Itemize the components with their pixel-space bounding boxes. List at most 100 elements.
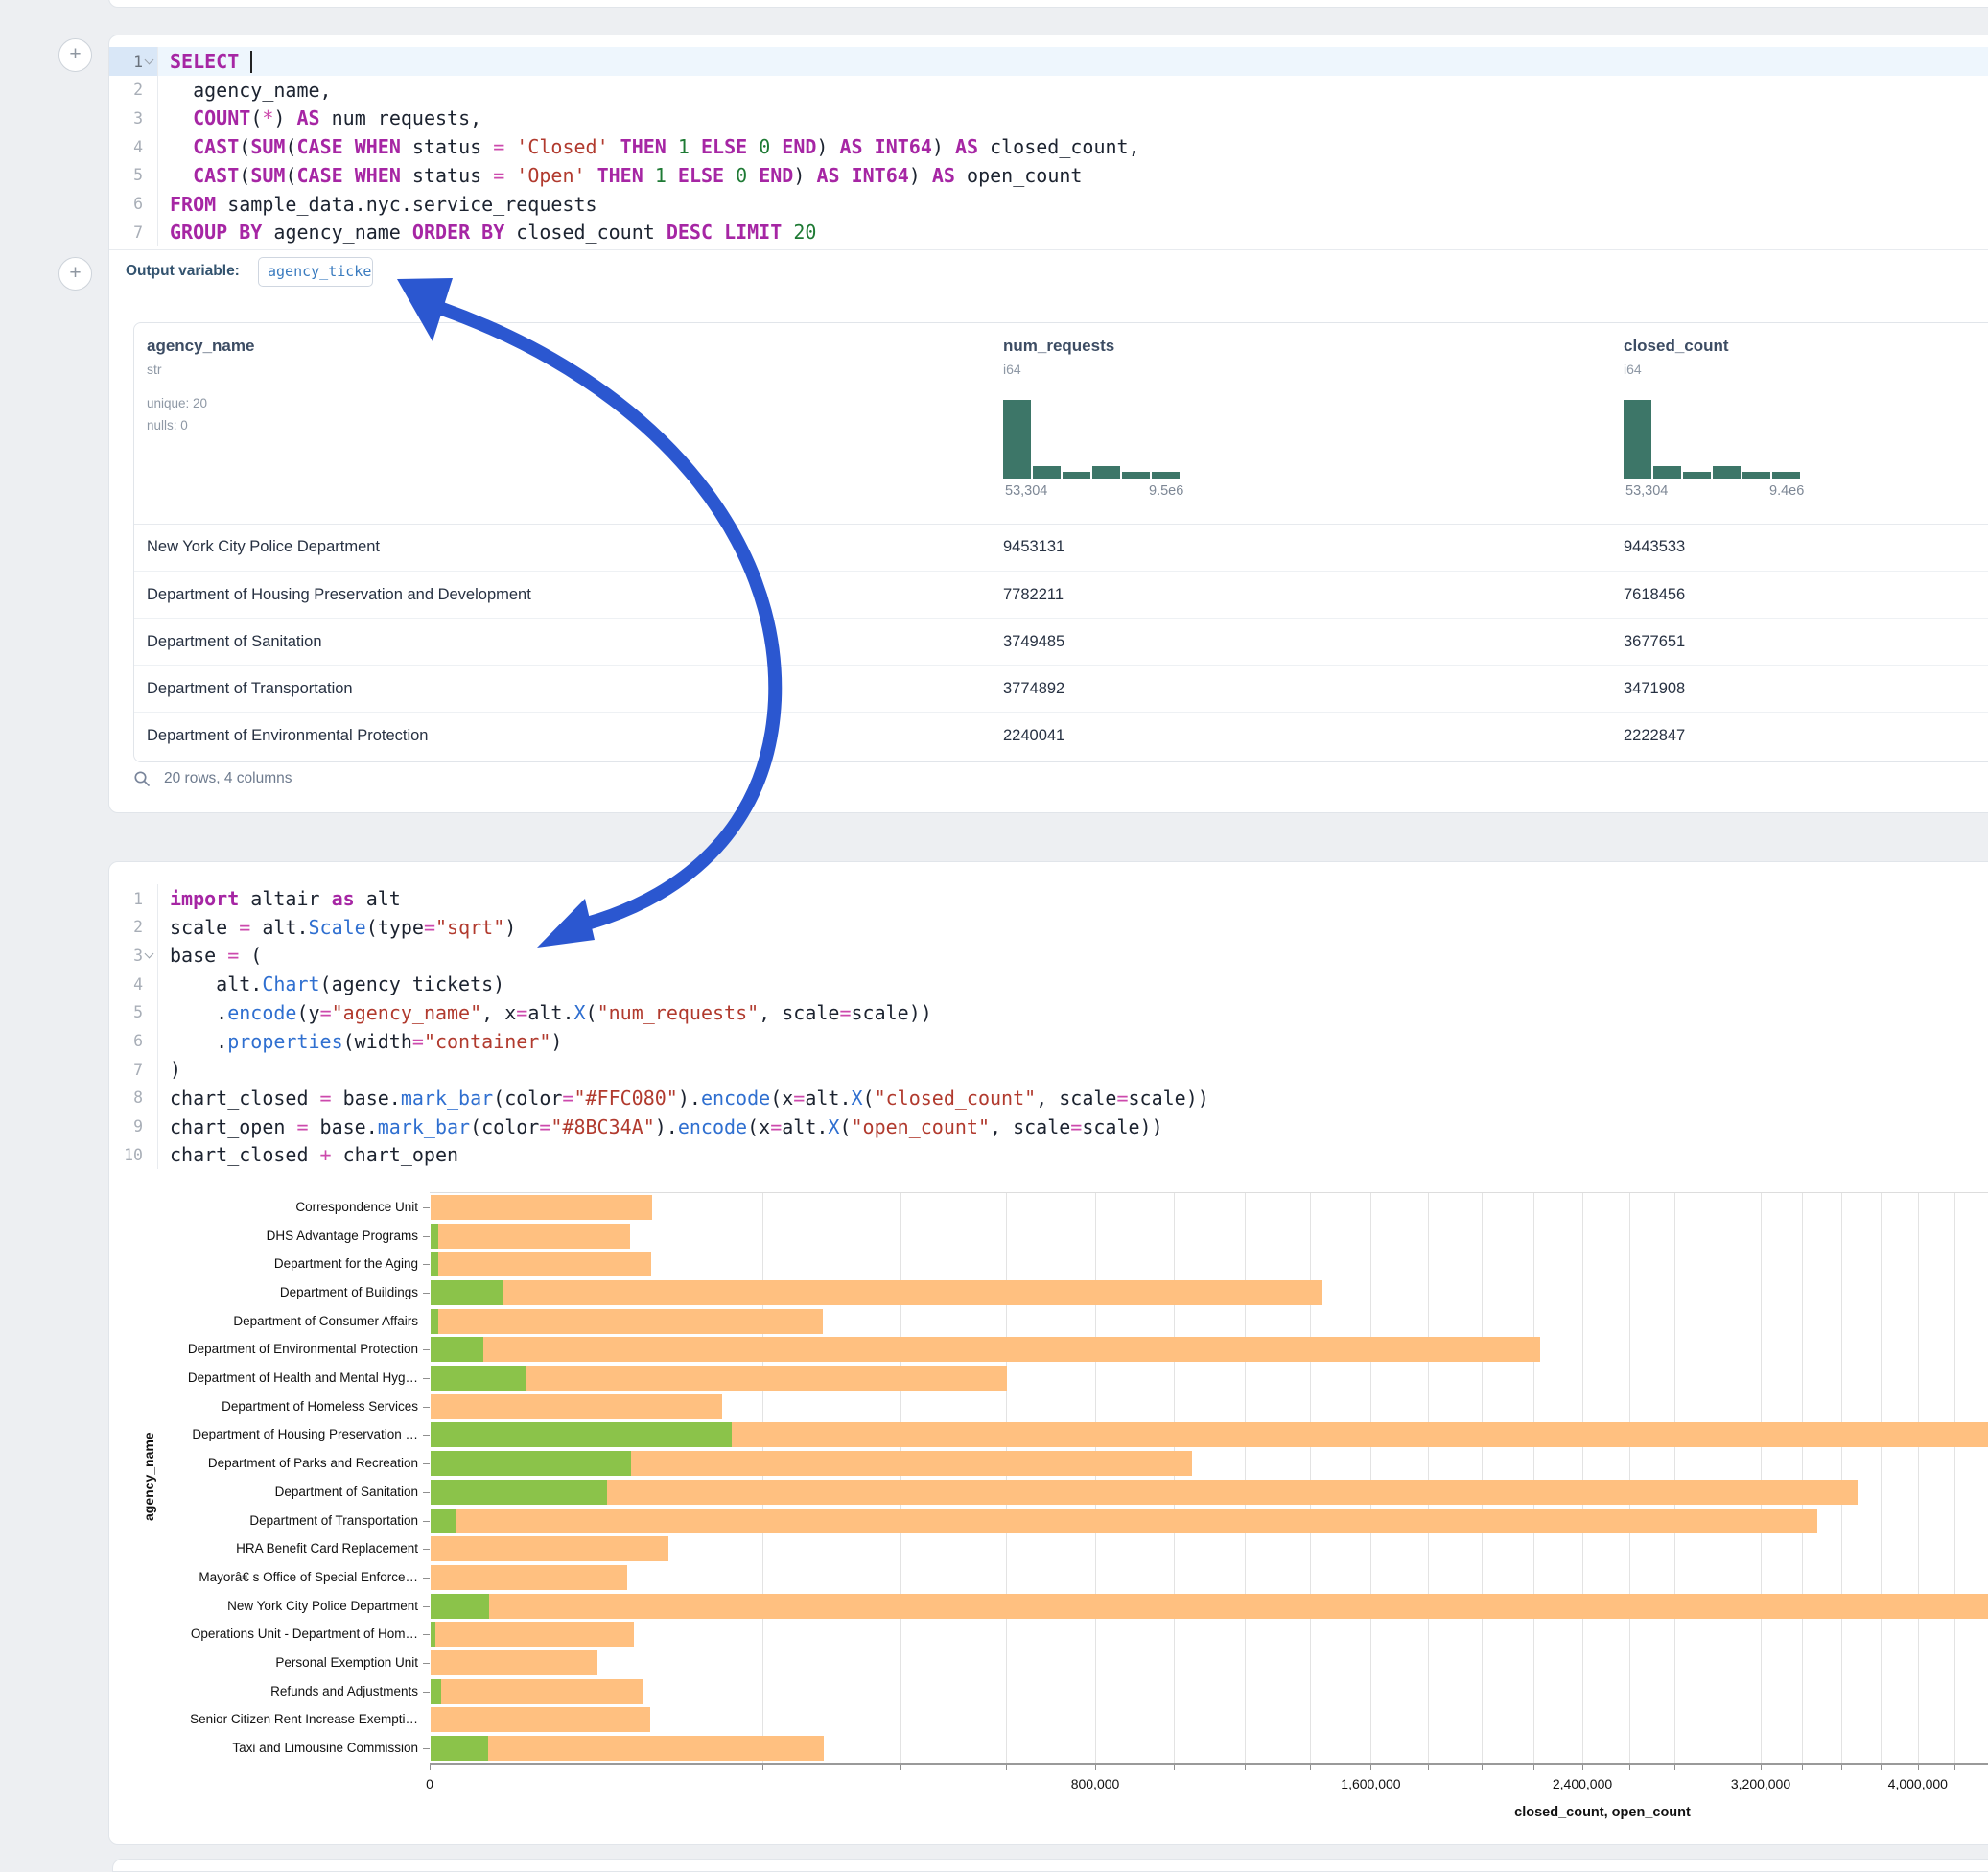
gridline	[1761, 1193, 1762, 1763]
token-pl	[747, 135, 759, 158]
table-row[interactable]: New York City Police Department945313194…	[134, 524, 1988, 571]
code-line[interactable]: 6FROM sample_data.nyc.service_requests	[109, 190, 1988, 219]
table-cell: 2222847	[1624, 713, 1685, 760]
token-pl	[470, 221, 481, 244]
code-content: COUNT(*) AS num_requests,	[157, 104, 1988, 132]
line-number: 6	[120, 1032, 143, 1050]
x-axis-tick	[1954, 1765, 1955, 1770]
code-line[interactable]: 3base = (	[109, 941, 1988, 970]
token-str: "container"	[424, 1030, 550, 1053]
code-line[interactable]: 10chart_closed + chart_open	[109, 1140, 1988, 1169]
token-pl: )	[550, 1030, 562, 1053]
code-line[interactable]: 2scale = alt.Scale(type="sqrt")	[109, 913, 1988, 942]
token-pl	[840, 164, 852, 187]
add-cell-button-middle[interactable]: +	[58, 257, 92, 291]
search-icon[interactable]	[133, 770, 151, 787]
token-fn: Scale	[309, 916, 366, 939]
code-line[interactable]: 1SELECT	[109, 47, 1988, 76]
add-cell-button-top[interactable]: +	[58, 38, 92, 72]
python-cell: 1import altair as alt2scale = alt.Scale(…	[108, 861, 1988, 1845]
table-cell: 2240041	[1003, 713, 1064, 760]
token-pl: , scale	[990, 1115, 1070, 1138]
output-variable-chip[interactable]: agency_tickets	[258, 257, 373, 287]
token-str: "open_count"	[852, 1115, 991, 1138]
token-fn: properties	[227, 1030, 342, 1053]
column-header[interactable]: num_requestsi6453,3049.5e6	[1003, 323, 1368, 524]
open_count-bar	[431, 1252, 438, 1276]
token-op: =	[1116, 1087, 1128, 1110]
column-header[interactable]: closed_counti6453,3049.4e6	[1624, 323, 1988, 524]
line-gutter: 6	[109, 190, 157, 219]
y-axis-label: New York City Police Department	[109, 1598, 418, 1615]
gridline	[1582, 1193, 1583, 1763]
token-str: "closed_count"	[875, 1087, 1037, 1110]
x-axis-tick-label: 2,400,000	[1553, 1776, 1612, 1791]
code-line[interactable]: 6 .properties(width="container")	[109, 1027, 1988, 1056]
closed_count-bar	[431, 1252, 651, 1276]
code-line[interactable]: 4 alt.Chart(agency_tickets)	[109, 970, 1988, 998]
code-content: )	[157, 1055, 1988, 1084]
code-line[interactable]: 5 .encode(y="agency_name", x=alt.X("num_…	[109, 998, 1988, 1027]
token-pl: base.	[332, 1087, 401, 1110]
token-pl: )	[170, 1058, 181, 1081]
token-kw: AS	[955, 135, 978, 158]
code-content: CAST(SUM(CASE WHEN status = 'Closed' THE…	[157, 132, 1988, 161]
token-kw: SUM	[250, 164, 285, 187]
gridline	[762, 1193, 763, 1763]
token-num: 1	[655, 164, 667, 187]
token-pl: altair	[239, 887, 331, 910]
open_count-bar	[431, 1594, 489, 1619]
histogram-bar	[1152, 472, 1180, 479]
token-op: =	[424, 916, 435, 939]
code-line[interactable]: 1import altair as alt	[109, 884, 1988, 913]
y-axis-tick	[423, 1663, 430, 1664]
token-kw: CASE	[296, 164, 342, 187]
code-line[interactable]: 8chart_closed = base.mark_bar(color="#FF…	[109, 1084, 1988, 1112]
collapse-chevron-icon[interactable]	[143, 57, 157, 66]
token-kw: CAST	[193, 135, 239, 158]
y-axis-tick	[423, 1692, 430, 1693]
code-line[interactable]: 2 agency_name,	[109, 76, 1988, 105]
token-pl	[170, 164, 193, 187]
column-header[interactable]: agency_namestrunique: 20nulls: 0	[147, 323, 511, 524]
token-pl: open_count	[955, 164, 1082, 187]
code-line[interactable]: 7)	[109, 1055, 1988, 1084]
open_count-bar	[431, 1509, 456, 1533]
table-footer: 20 rows, 4 columns	[133, 764, 292, 793]
closed_count-bar	[431, 1679, 643, 1704]
output-variable-label: Output variable:	[126, 263, 240, 280]
column-name: num_requests	[1003, 337, 1114, 356]
histogram-bar	[1653, 466, 1681, 479]
token-pl: )	[909, 164, 932, 187]
token-op: =	[793, 1087, 805, 1110]
token-fn: X	[828, 1115, 839, 1138]
table-cell: 3749485	[1003, 619, 1064, 666]
token-pl	[863, 135, 875, 158]
table-row[interactable]: Department of Transportation377489234719…	[134, 665, 1988, 713]
collapse-chevron-icon[interactable]	[143, 950, 157, 960]
code-line[interactable]: 7GROUP BY agency_name ORDER BY closed_co…	[109, 218, 1988, 246]
table-row[interactable]: Department of Environmental Protection22…	[134, 712, 1988, 760]
code-line[interactable]: 5 CAST(SUM(CASE WHEN status = 'Open' THE…	[109, 161, 1988, 190]
histogram-max-label: 9.4e6	[1769, 483, 1804, 499]
table-row[interactable]: Department of Sanitation37494853677651	[134, 618, 1988, 666]
y-axis-tick	[423, 1492, 430, 1493]
result-table: agency_namestrunique: 20nulls: 0 num_requ…	[133, 322, 1988, 762]
table-cell: Department of Sanitation	[147, 619, 322, 666]
line-number: 4	[120, 138, 143, 156]
token-kw: AS	[816, 164, 839, 187]
code-line[interactable]: 4 CAST(SUM(CASE WHEN status = 'Closed' T…	[109, 132, 1988, 161]
line-number: 2	[120, 81, 143, 99]
histogram-bar	[1772, 472, 1800, 479]
line-number: 7	[120, 223, 143, 242]
code-line[interactable]: 3 COUNT(*) AS num_requests,	[109, 104, 1988, 132]
code-line[interactable]: 9chart_open = base.mark_bar(color="#8BC3…	[109, 1112, 1988, 1141]
y-axis-tick	[423, 1463, 430, 1464]
x-axis-tick	[1761, 1765, 1762, 1770]
code-content: import altair as alt	[157, 884, 1988, 913]
table-cell: 9453131	[1003, 524, 1064, 571]
token-kw: INT64	[852, 164, 909, 187]
table-row[interactable]: Department of Housing Preservation and D…	[134, 571, 1988, 619]
line-gutter: 2	[109, 913, 157, 942]
token-pl: (type	[366, 916, 424, 939]
